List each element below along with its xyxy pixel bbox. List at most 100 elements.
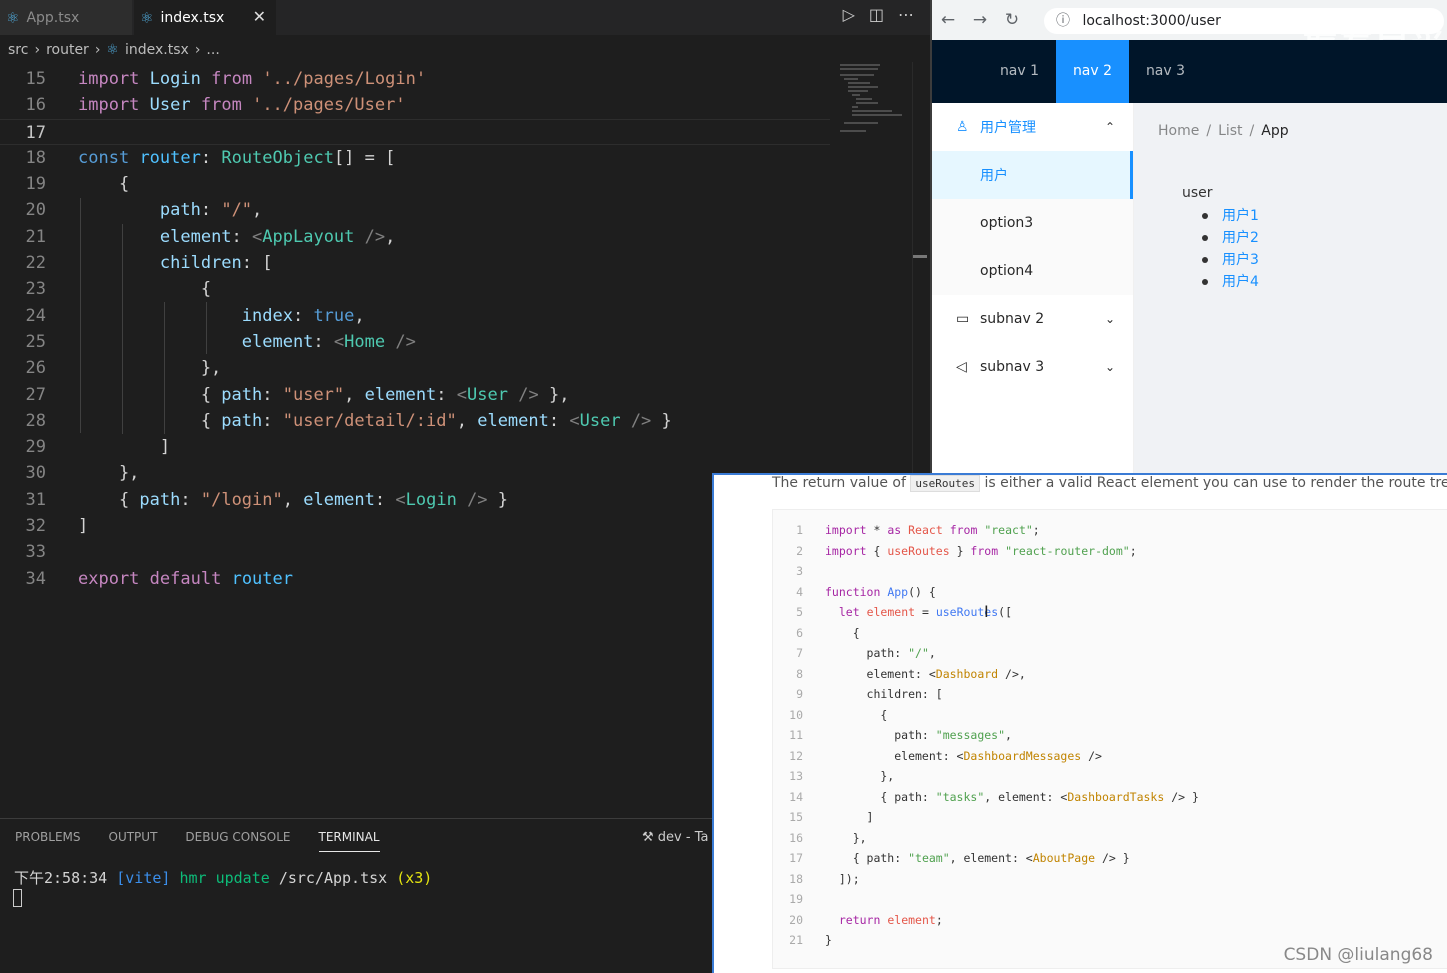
docs-panel: The return value of useRoutes is either … [712,473,1447,973]
code-line[interactable]: 33 [0,539,830,565]
split-editor-icon[interactable]: ◫ [869,5,884,24]
code-line[interactable]: 23 { [0,276,830,302]
user-link-1[interactable]: 用户1 [1222,208,1259,224]
nav-item-1[interactable]: nav 1 [983,40,1056,103]
tab-output[interactable]: OUTPUT [109,830,158,852]
code-line[interactable]: 18 const router: RouteObject[] = [ [0,145,830,171]
tab-debug-console[interactable]: DEBUG CONSOLE [185,830,290,852]
docs-code-line: 9 children: [ [773,684,1447,705]
forward-icon[interactable]: → [964,10,996,30]
docs-code-line: 3 [773,561,1447,582]
line-number: 17 [25,122,46,143]
line-number: 13 [789,769,803,783]
breadcrumb-list[interactable]: List [1218,123,1242,139]
line-number: 12 [789,748,803,763]
code-line[interactable]: 17 [0,118,830,145]
line-number: 31 [25,489,46,510]
docs-code-line: 20 return element; [773,910,1447,931]
code-line[interactable]: 22 children: [ [0,250,830,276]
line-number: 25 [25,331,46,352]
code-text: element: <AppLayout />, [159,226,396,247]
code-line[interactable]: 24 index: true, [0,303,830,329]
code-line[interactable]: 20 path: "/", [0,197,830,223]
line-number: 20 [789,912,803,927]
code-text: function App() { [825,584,936,599]
code-line[interactable]: 32] [0,513,830,539]
user-link-4[interactable]: 用户4 [1222,274,1259,290]
menu-item-label: 用户 [980,168,1008,184]
line-number: 6 [796,625,803,640]
code-editor[interactable]: 15 import Login from '../pages/Login' 16 im… [0,66,830,592]
code-line[interactable]: 15 import Login from '../pages/Login' [0,66,830,92]
back-icon[interactable]: ← [932,10,964,30]
nav-item-3[interactable]: nav 3 [1129,40,1202,103]
reload-icon[interactable]: ↻ [996,10,1028,30]
user-link-2[interactable]: 用户2 [1222,230,1259,246]
info-icon[interactable]: ⓘ [1056,13,1070,29]
code-line[interactable]: 26 }, [0,355,830,381]
url-text: localhost:3000/user [1082,13,1221,29]
code-text: } [825,933,832,947]
menu-group-user-management[interactable]: ♙ 用户管理 ⌃ [932,103,1133,151]
breadcrumb-file[interactable]: index.tsx [125,42,189,58]
code-line[interactable]: 30 }, [0,460,830,486]
code-line[interactable]: 27 { path: "user", element: <User /> }, [0,382,830,408]
code-line[interactable]: 25 element: <Home /> [0,329,830,355]
menu-subnav-2[interactable]: ▭ subnav 2 ⌄ [932,295,1133,343]
menu-item-option3[interactable]: option3 [932,199,1133,247]
tab-app-tsx[interactable]: ⚛ App.tsx [0,0,132,35]
code-text: children: [ [159,253,273,274]
code-text: import User from '../pages/User' [78,95,406,116]
code-line[interactable]: 21 element: <AppLayout />, [0,224,830,250]
tab-label: App.tsx [26,9,80,26]
code-text: ] [78,516,89,537]
docs-code-line: 17 { path: "team", element: <AboutPage /… [773,848,1447,869]
code-line[interactable]: 16 import User from '../pages/User' [0,92,830,118]
code-line[interactable]: 28 { path: "user/detail/:id", element: <… [0,408,830,434]
close-icon[interactable]: ✕ [253,7,266,26]
tab-problems[interactable]: PROBLEMS [15,830,81,852]
line-number: 9 [796,687,803,701]
menu-item-label: option4 [980,263,1034,279]
line-number: 34 [25,568,46,589]
line-number: 33 [25,542,46,563]
line-number: 11 [789,728,803,742]
code-text: { [825,707,888,722]
code-line[interactable]: 34 export default router [0,566,830,592]
breadcrumb-src[interactable]: src [8,42,28,58]
line-number: 18 [789,871,803,886]
code-line[interactable]: 19 { [0,171,830,197]
docs-code-line: 8 element: <Dashboard />, [773,664,1447,685]
breadcrumb-more[interactable]: ... [206,42,219,58]
tab-terminal[interactable]: TERMINAL [318,830,380,852]
tab-index-tsx[interactable]: ⚛ index.tsx ✕ [134,0,276,35]
scrollbar-thumb[interactable] [913,255,927,258]
line-number: 8 [796,666,803,681]
code-text: ] [78,437,171,458]
terminal-name: dev - Ta [657,830,709,845]
menu-subnav-3[interactable]: ◁ subnav 3 ⌄ [932,343,1133,391]
breadcrumb-router[interactable]: router [46,42,89,58]
desc-text-after: is either a valid React element you can … [984,475,1447,491]
more-icon[interactable]: ⋯ [898,5,914,24]
code-line[interactable]: 31 { path: "/login", element: <Login /> … [0,487,830,513]
code-text: index: true, [241,305,365,326]
user-link-3[interactable]: 用户3 [1222,252,1259,268]
code-line[interactable]: 29 ] [0,434,830,460]
tools-icon: ⚒ [642,830,654,845]
line-number: 7 [796,646,803,660]
browser-window: ← → ↻ ⓘ localhost:3000/user 最爱白菜 nav 1 n… [930,0,1447,473]
terminal-output[interactable]: 下午2:58:34 [vite] hmr update /src/App.tsx… [14,867,432,888]
line-number: 19 [789,892,803,906]
menu-item-user[interactable]: 用户 [932,151,1133,199]
minimap[interactable] [836,62,912,142]
nav-item-2[interactable]: nav 2 [1056,40,1129,103]
submenu: 用户 option3 option4 [932,151,1133,295]
line-number: 26 [25,358,46,379]
menu-item-option4[interactable]: option4 [932,247,1133,295]
run-icon[interactable]: ▷ [843,5,855,24]
terminal-time: 下午2:58:34 [14,869,108,887]
terminal-count: (x3) [396,869,433,887]
breadcrumb-home[interactable]: Home [1158,123,1199,139]
terminal-selector[interactable]: ⚒ dev - Ta [642,830,708,845]
